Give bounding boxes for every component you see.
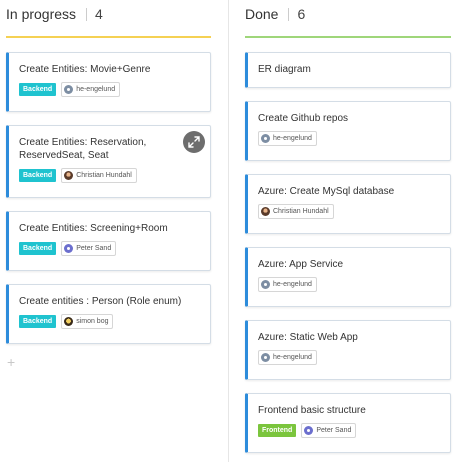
assignee-name: he-engelund	[273, 281, 312, 288]
task-card[interactable]: ER diagram	[245, 52, 451, 88]
task-card[interactable]: Create Github repos he-engelund	[245, 101, 451, 161]
expand-arrows-icon	[188, 136, 200, 148]
frontend-label[interactable]: Frontend	[258, 424, 297, 437]
column-count: 4	[95, 6, 103, 22]
card-title: Create entities : Person (Role enum)	[19, 296, 182, 307]
card-tags: Backend simon bog	[19, 314, 200, 329]
avatar-icon	[304, 426, 314, 435]
task-card[interactable]: Azure: Create MySql database Christian H…	[245, 174, 451, 234]
card-tags: Backend Christian Hundahl	[19, 168, 200, 183]
column-status-line	[245, 36, 451, 38]
avatar-icon	[261, 134, 270, 143]
card-title: Create Github repos	[258, 113, 349, 124]
card-title: Azure: App Service	[258, 259, 344, 270]
column-in-progress: In progress 4 Create Entities: Movie+Gen…	[6, 0, 211, 357]
card-tags: he-engelund	[258, 131, 440, 146]
card-tags: Frontend Peter Sand	[258, 423, 440, 438]
card-tags: Christian Hundahl	[258, 204, 440, 219]
backend-label[interactable]: Backend	[19, 315, 57, 328]
assignee-name: Peter Sand	[76, 245, 112, 252]
card-list: ER diagram Create Github repos he-engelu…	[245, 52, 451, 453]
task-card[interactable]: Frontend basic structure Frontend Peter …	[245, 393, 451, 453]
expand-button[interactable]	[183, 131, 205, 153]
card-title: Azure: Static Web App	[258, 332, 358, 343]
column-header: In progress 4	[6, 0, 211, 38]
card-title: ER diagram	[258, 64, 311, 75]
backend-label[interactable]: Backend	[19, 83, 57, 96]
assignee-chip[interactable]: he-engelund	[258, 350, 317, 365]
column-divider	[228, 0, 229, 462]
card-tags: Backend he-engelund	[19, 82, 200, 97]
add-card-button[interactable]: +	[7, 355, 15, 369]
avatar	[64, 317, 74, 326]
task-card[interactable]: Create Entities: Screening+Room Backend …	[6, 211, 211, 271]
assignee-chip[interactable]: Peter Sand	[301, 423, 357, 438]
card-title: Create Entities: Movie+Genre	[19, 64, 151, 75]
assignee-name: he-engelund	[273, 354, 312, 361]
avatar-icon	[261, 353, 270, 362]
task-card[interactable]: Create Entities: Reservation, ReservedSe…	[6, 125, 211, 198]
column-status-line	[6, 36, 211, 38]
column-done: Done 6 ER diagram Create Github repos he…	[245, 0, 451, 462]
card-title: Create Entities: Screening+Room	[19, 223, 168, 234]
card-title: Frontend basic structure	[258, 405, 366, 416]
assignee-chip[interactable]: Christian Hundahl	[61, 168, 137, 183]
card-title: Create Entities: Reservation, ReservedSe…	[19, 137, 147, 161]
assignee-chip[interactable]: Peter Sand	[61, 241, 117, 256]
avatar	[64, 171, 74, 180]
assignee-chip[interactable]: simon bog	[61, 314, 114, 329]
avatar	[261, 207, 270, 216]
task-card[interactable]: Azure: App Service he-engelund	[245, 247, 451, 307]
assignee-name: Peter Sand	[316, 427, 352, 434]
task-card[interactable]: Create entities : Person (Role enum) Bac…	[6, 284, 211, 344]
assignee-name: Christian Hundahl	[76, 172, 132, 179]
header-separator	[86, 7, 88, 21]
column-header: Done 6	[245, 0, 451, 38]
backend-label[interactable]: Backend	[19, 242, 57, 255]
avatar-icon	[64, 244, 74, 253]
assignee-chip[interactable]: he-engelund	[258, 277, 317, 292]
task-card[interactable]: Azure: Static Web App he-engelund	[245, 320, 451, 380]
card-tags: Backend Peter Sand	[19, 241, 200, 256]
header-separator	[288, 7, 290, 21]
assignee-chip[interactable]: he-engelund	[61, 82, 121, 97]
task-card[interactable]: Create Entities: Movie+Genre Backend he-…	[6, 52, 211, 112]
avatar-icon	[261, 280, 270, 289]
card-tags: he-engelund	[258, 277, 440, 292]
card-list: Create Entities: Movie+Genre Backend he-…	[6, 52, 211, 344]
column-title: Done	[245, 6, 279, 22]
assignee-name: he-engelund	[273, 135, 312, 142]
assignee-chip[interactable]: Christian Hundahl	[258, 204, 334, 219]
assignee-name: Christian Hundahl	[273, 208, 329, 215]
column-count: 6	[297, 6, 306, 22]
backend-label[interactable]: Backend	[19, 169, 57, 182]
avatar-icon	[64, 85, 74, 94]
column-title: In progress	[6, 6, 77, 22]
card-title: Azure: Create MySql database	[258, 186, 395, 197]
assignee-name: he-engelund	[76, 86, 116, 93]
card-tags: he-engelund	[258, 350, 440, 365]
assignee-chip[interactable]: he-engelund	[258, 131, 317, 146]
assignee-name: simon bog	[76, 318, 109, 325]
